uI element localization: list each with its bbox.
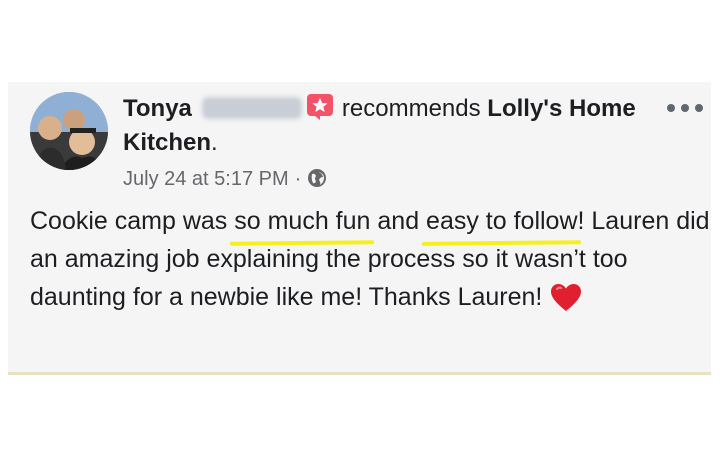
- body-text-middle: and: [370, 207, 427, 235]
- body-text-start: Cookie camp was: [30, 207, 235, 235]
- star-badge-icon: [306, 93, 334, 121]
- more-options-icon[interactable]: [667, 98, 703, 118]
- header-period: .: [211, 129, 218, 156]
- post-meta: July 24 at 5:17 PM ·: [123, 166, 327, 192]
- action-text: recommends: [341, 95, 481, 122]
- avatar[interactable]: [30, 92, 108, 170]
- heart-icon: [550, 283, 582, 313]
- highlighted-phrase-fun: so much fun: [234, 202, 370, 240]
- globe-icon[interactable]: [307, 168, 327, 188]
- recommendation-post: Tonya recommends Lolly's Home Kitchen. Ju…: [8, 82, 711, 375]
- post-timestamp[interactable]: July 24 at 5:17 PM: [123, 168, 289, 190]
- avatar-photo: [30, 92, 108, 170]
- author-name[interactable]: Tonya: [123, 95, 192, 122]
- post-header: Tonya recommends Lolly's Home Kitchen.: [123, 92, 653, 160]
- post-body: Cookie camp was so much fun and easy to …: [30, 202, 710, 316]
- highlighted-phrase-easy: easy to follow: [426, 202, 577, 240]
- redacted-surname: [201, 97, 302, 119]
- meta-separator: ·: [294, 168, 302, 190]
